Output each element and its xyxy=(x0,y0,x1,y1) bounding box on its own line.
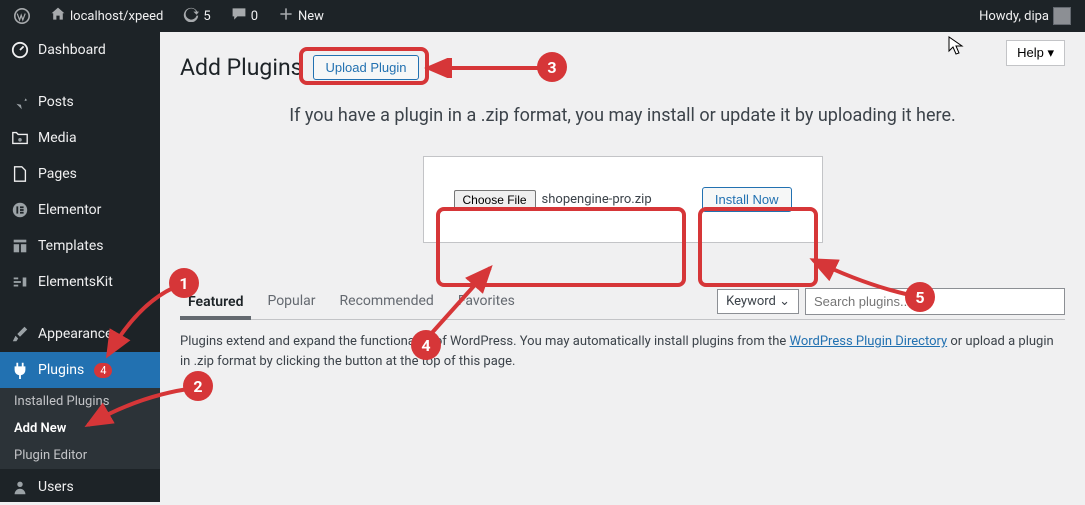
menu-users[interactable]: Users xyxy=(0,469,160,505)
plugin-icon xyxy=(10,360,30,380)
plugin-tabs: Featured Popular Recommended Favorites K… xyxy=(180,283,1065,320)
content-area: Help ▾ Add Plugins Upload Plugin If you … xyxy=(160,32,1085,502)
tab-favorites[interactable]: Favorites xyxy=(450,283,523,319)
site-name: localhost/xpeed xyxy=(70,9,163,24)
plugins-submenu: Installed Plugins Add New Plugin Editor xyxy=(0,388,160,469)
media-icon xyxy=(10,128,30,148)
upload-hint: If you have a plugin in a .zip format, y… xyxy=(180,105,1065,126)
comment-icon xyxy=(231,6,247,26)
tab-featured[interactable]: Featured xyxy=(180,284,251,320)
plugins-description: Plugins extend and expand the functional… xyxy=(180,332,1065,371)
selected-filename: shopengine-pro.zip xyxy=(542,192,652,207)
users-icon xyxy=(10,477,30,497)
comments-link[interactable]: 0 xyxy=(225,6,264,26)
plus-icon xyxy=(278,6,294,26)
pin-icon xyxy=(10,92,30,112)
admin-sidebar: Dashboard Posts Media Pages Elementor Te… xyxy=(0,32,160,502)
admin-bar: localhost/xpeed 5 0 New Howdy, dipa xyxy=(0,0,1085,32)
menu-label: Posts xyxy=(38,94,74,110)
home-icon xyxy=(50,6,66,26)
menu-dashboard[interactable]: Dashboard xyxy=(0,32,160,68)
choose-file-button[interactable]: Choose File xyxy=(454,190,536,210)
upload-plugin-button[interactable]: Upload Plugin xyxy=(313,55,420,80)
install-now-button[interactable]: Install Now xyxy=(702,187,792,212)
menu-elementor[interactable]: Elementor xyxy=(0,192,160,228)
menu-label: Pages xyxy=(38,166,77,182)
menu-elementskit[interactable]: ElementsKit xyxy=(0,264,160,300)
avatar xyxy=(1053,7,1071,25)
menu-appearance[interactable]: Appearance xyxy=(0,316,160,352)
comments-count: 0 xyxy=(251,9,258,24)
search-type-select[interactable]: Keyword ⌄ xyxy=(717,289,799,314)
cursor-icon xyxy=(948,36,964,56)
updates-link[interactable]: 5 xyxy=(177,6,216,26)
menu-label: Templates xyxy=(38,238,104,254)
upload-form: Choose File shopengine-pro.zip Install N… xyxy=(423,156,823,243)
page-title: Add Plugins xyxy=(180,54,303,81)
menu-label: Media xyxy=(38,130,77,146)
search-input[interactable] xyxy=(805,288,1065,315)
menu-pages[interactable]: Pages xyxy=(0,156,160,192)
tab-recommended[interactable]: Recommended xyxy=(332,283,442,319)
refresh-icon xyxy=(183,6,199,26)
menu-label: Plugins xyxy=(38,362,84,378)
elementor-icon xyxy=(10,200,30,220)
dashboard-icon xyxy=(10,40,30,60)
new-link[interactable]: New xyxy=(272,6,330,26)
page-header: Add Plugins Upload Plugin xyxy=(180,54,1065,81)
templates-icon xyxy=(10,236,30,256)
howdy-text: Howdy, dipa xyxy=(979,9,1049,24)
plugins-badge: 4 xyxy=(94,363,112,378)
page-icon xyxy=(10,164,30,184)
tab-popular[interactable]: Popular xyxy=(259,283,323,319)
howdy-user[interactable]: Howdy, dipa xyxy=(973,7,1077,25)
help-button[interactable]: Help ▾ xyxy=(1006,40,1065,66)
new-label: New xyxy=(298,9,324,24)
menu-label: Dashboard xyxy=(38,42,106,58)
menu-label: Appearance xyxy=(38,326,112,342)
submenu-addnew[interactable]: Add New xyxy=(0,415,160,442)
site-home[interactable]: localhost/xpeed xyxy=(44,6,169,26)
submenu-installed[interactable]: Installed Plugins xyxy=(0,388,160,415)
brush-icon xyxy=(10,324,30,344)
menu-posts[interactable]: Posts xyxy=(0,84,160,120)
menu-label: Elementor xyxy=(38,202,101,218)
submenu-editor[interactable]: Plugin Editor xyxy=(0,442,160,469)
elementskit-icon xyxy=(10,272,30,292)
plugin-directory-link[interactable]: WordPress Plugin Directory xyxy=(789,334,947,349)
wp-logo[interactable] xyxy=(8,8,36,24)
menu-label: Users xyxy=(38,479,74,495)
menu-templates[interactable]: Templates xyxy=(0,228,160,264)
desc-before: Plugins extend and expand the functional… xyxy=(180,334,789,349)
menu-label: ElementsKit xyxy=(38,274,113,290)
updates-count: 5 xyxy=(203,9,210,24)
menu-plugins[interactable]: Plugins 4 xyxy=(0,352,160,388)
menu-media[interactable]: Media xyxy=(0,120,160,156)
